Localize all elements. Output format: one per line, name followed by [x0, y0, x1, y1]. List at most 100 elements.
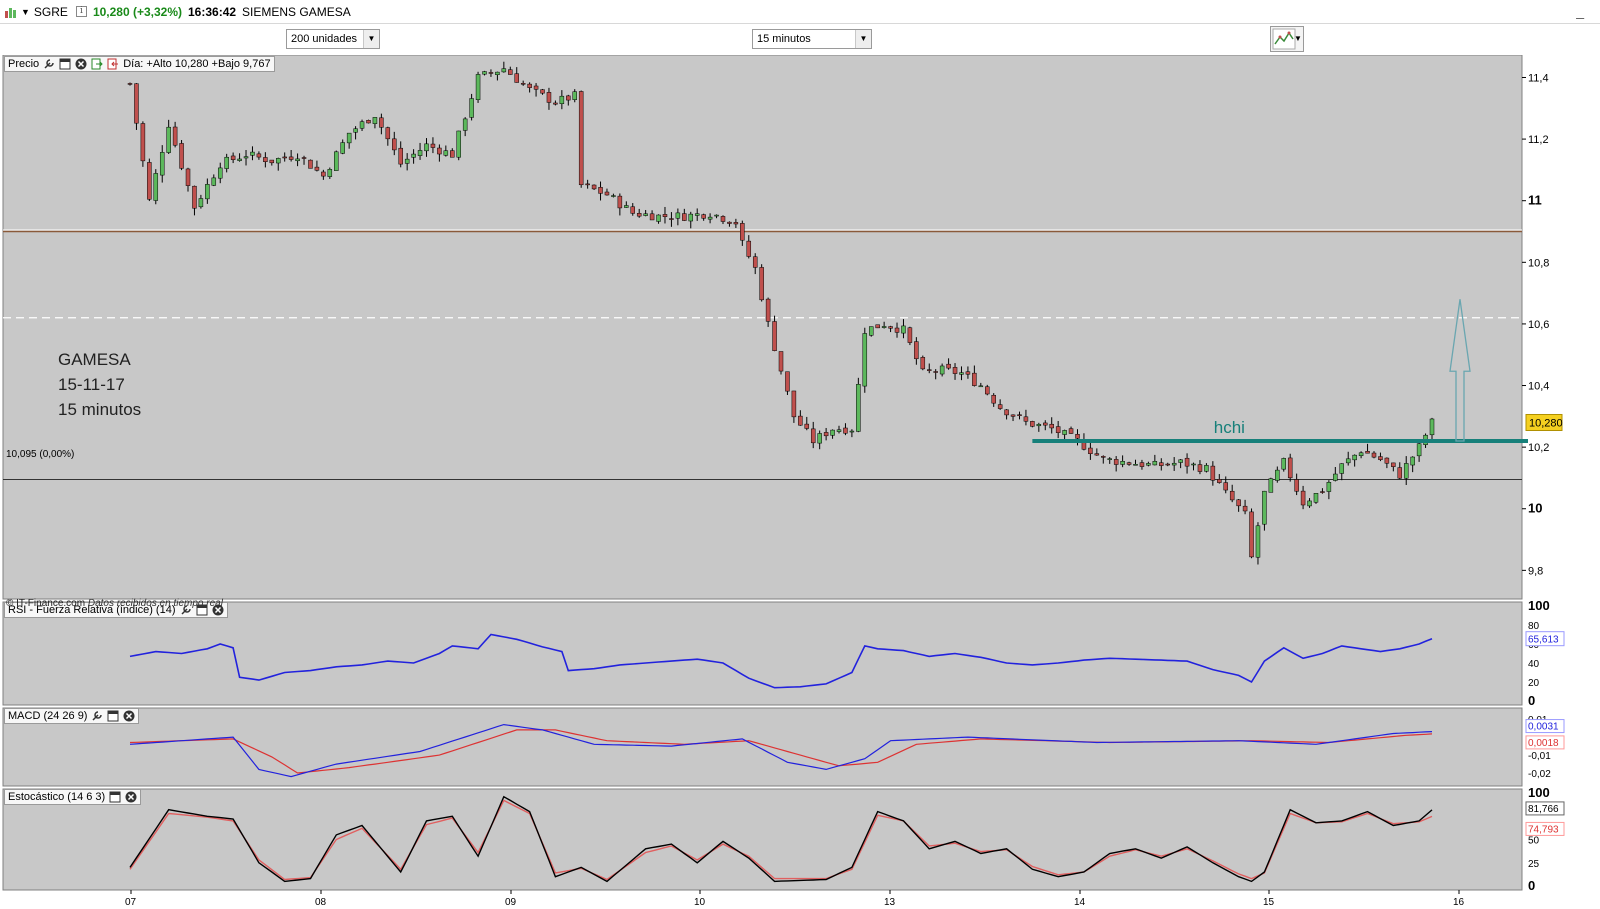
candle-body: [417, 150, 423, 156]
candle-body: [1416, 443, 1422, 457]
info-icon[interactable]: i: [75, 6, 87, 17]
candle-body: [237, 158, 242, 161]
candle-body: [275, 158, 281, 164]
interval-select[interactable]: 15 minutos ▼: [752, 29, 872, 49]
ref-line-label: 10,095 (0,00%): [6, 449, 75, 460]
window-icon[interactable]: [59, 58, 71, 70]
candle-body: [991, 394, 996, 404]
candle-body: [327, 169, 333, 177]
candle-body: [881, 326, 887, 328]
candle-body: [862, 333, 868, 387]
candle-body: [1171, 462, 1177, 466]
candle-body: [643, 213, 648, 216]
candle-body: [1023, 416, 1029, 422]
price-y-tick-label: 11: [1528, 193, 1542, 208]
candle-body: [379, 117, 384, 128]
candle-body: [604, 191, 610, 196]
candle-body: [469, 98, 474, 118]
stoch-panel-label: Estocástico (14 6 3): [8, 791, 106, 803]
close-icon[interactable]: [123, 710, 135, 722]
macd-panel-label: MACD (24 26 9): [8, 710, 88, 722]
stoch-y-tick-label: 25: [1528, 859, 1540, 870]
chart-app-icon[interactable]: [4, 5, 18, 19]
price-y-tick-label: 9,8: [1528, 565, 1543, 577]
minimize-icon[interactable]: _: [1576, 3, 1584, 19]
candle-body: [682, 213, 687, 221]
candle-body: [585, 183, 590, 186]
candle-body: [462, 118, 468, 131]
chevron-down-icon[interactable]: ▼: [363, 30, 379, 48]
candle-body: [1358, 452, 1364, 456]
candle-body: [475, 74, 481, 100]
candle-body: [301, 157, 307, 159]
candle-body: [1410, 456, 1415, 466]
candle-body: [1152, 461, 1158, 466]
stoch-k-current-label: 81,766: [1528, 804, 1559, 815]
chart-annotation: GAMESA 15-11-17 15 minutos: [58, 347, 141, 422]
price-y-tick-label: 10,8: [1528, 257, 1549, 269]
candle-body: [1120, 461, 1125, 465]
macd-y-tick-label: -0,01: [1528, 751, 1551, 762]
units-select[interactable]: 200 unidades ▼: [286, 29, 380, 49]
rsi-y-tick-label: 20: [1528, 678, 1540, 689]
candle-body: [669, 218, 674, 220]
stoch-y-tick-label: 100: [1528, 785, 1550, 800]
candle-body: [179, 143, 184, 169]
chevron-down-icon[interactable]: ▼: [855, 30, 871, 48]
candle-body: [772, 321, 777, 351]
candle-body: [263, 157, 268, 162]
candle-body: [488, 72, 494, 74]
candle-body: [759, 267, 764, 301]
candle-body: [1197, 464, 1203, 472]
candle-body: [404, 158, 410, 164]
candle-body: [888, 326, 893, 329]
annotation-line: 15 minutos: [58, 400, 142, 419]
candle-body: [546, 92, 552, 103]
candle-body: [1062, 430, 1067, 435]
candle-body: [230, 155, 236, 160]
x-tick-label: 09: [505, 897, 517, 908]
candle-body: [617, 195, 623, 209]
drawing-tools-button[interactable]: ▼: [1270, 26, 1304, 52]
x-tick-label: 15: [1263, 897, 1275, 908]
candle-body: [1217, 479, 1222, 483]
candle-body: [997, 404, 1003, 409]
candle-body: [166, 126, 171, 153]
close-icon[interactable]: [125, 791, 137, 803]
candle-body: [985, 386, 990, 395]
chevron-down-icon[interactable]: ▼: [1293, 27, 1303, 51]
instrument-name: SIEMENS GAMESA: [242, 4, 351, 19]
candle-body: [140, 123, 146, 162]
close-icon[interactable]: [75, 58, 87, 70]
price-y-tick-label: 10: [1528, 501, 1542, 516]
price-y-tick-label: 11,2: [1528, 134, 1549, 146]
candle-body: [694, 213, 700, 216]
candle-body: [159, 152, 165, 176]
wrench-icon[interactable]: [43, 58, 55, 70]
chart-area[interactable]: 11,4 11,2 11 10,8 10,6 10,4 10,2 10 9,8 hchi 10,28…: [0, 55, 1600, 909]
candle-body: [1165, 463, 1170, 466]
chevron-down-icon[interactable]: ▼: [21, 7, 30, 17]
candle-body: [926, 369, 932, 371]
window-icon[interactable]: [107, 710, 119, 722]
candle-body: [1133, 464, 1138, 466]
export-icon[interactable]: [91, 58, 103, 70]
candle-body: [1397, 467, 1403, 479]
candle-body: [920, 357, 926, 370]
candle-body: [1281, 458, 1287, 470]
candle-body: [662, 214, 668, 217]
current-price-tag-label: 10,280: [1529, 417, 1563, 429]
chart-canvas[interactable]: 11,4 11,2 11 10,8 10,6 10,4 10,2 10 9,8 hchi 10,28…: [0, 55, 1600, 909]
candle-body: [1159, 462, 1164, 466]
candle-body: [566, 95, 571, 101]
price-y-tick-label: 11,4: [1528, 72, 1549, 84]
import-icon[interactable]: [107, 58, 119, 70]
toolbar: 200 unidades ▼ 15 minutos ▼ ▼: [0, 24, 1600, 55]
candle-body: [127, 83, 133, 85]
wrench-icon[interactable]: [91, 710, 103, 722]
candle-body: [256, 153, 262, 158]
window-icon[interactable]: [109, 791, 121, 803]
interval-select-value: 15 minutos: [757, 33, 811, 45]
candle-body: [1391, 462, 1396, 467]
candle-body: [1294, 479, 1299, 492]
